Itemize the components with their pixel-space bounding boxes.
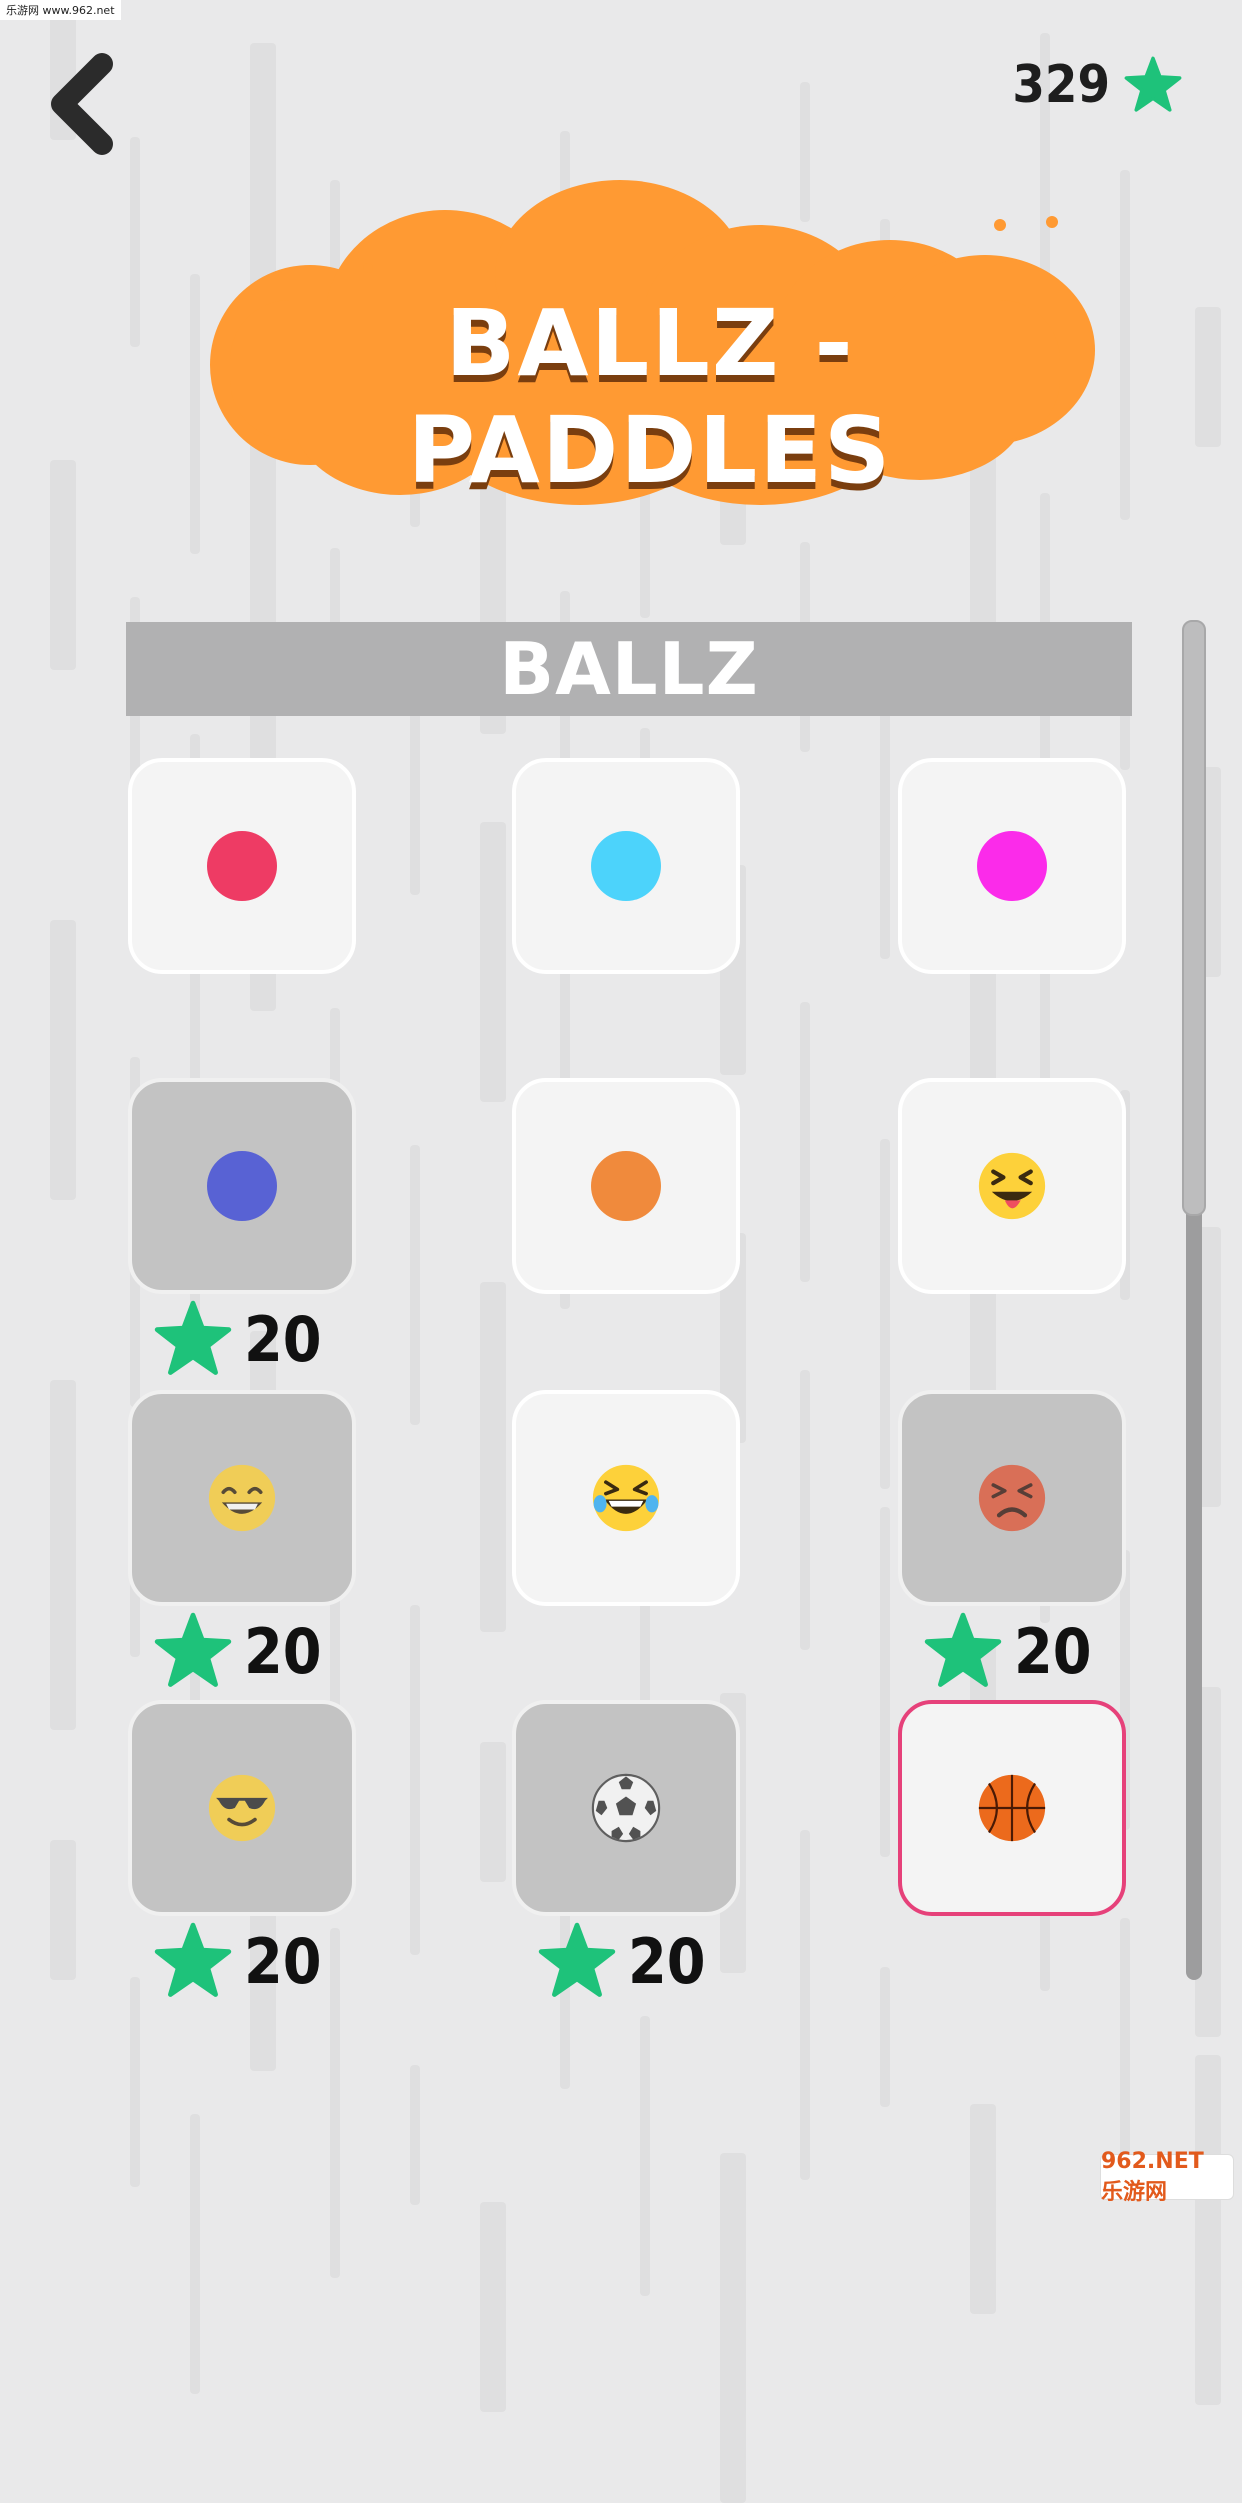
price-tag: 20 — [538, 1922, 706, 2000]
background-stripe — [1040, 953, 1050, 1093]
soccer-ball-icon — [591, 1773, 661, 1843]
background-stripe — [50, 920, 76, 1200]
price-value: 20 — [244, 1302, 322, 1376]
background-stripe — [880, 1967, 890, 2107]
background-stripe — [880, 1139, 890, 1489]
background-stripe — [410, 685, 420, 895]
ball-option-tile[interactable] — [128, 758, 356, 974]
star-icon — [1124, 56, 1182, 112]
price-value: 20 — [244, 1924, 322, 1998]
background-stripe — [130, 1977, 140, 2187]
price-tag: 20 — [154, 1922, 322, 2000]
price-value: 20 — [1014, 1614, 1092, 1688]
ball-option-tile[interactable] — [898, 758, 1126, 974]
background-stripe — [410, 2065, 420, 2205]
background-stripe — [970, 2104, 996, 2314]
site-badge: 962.NET 乐游网 — [1100, 2149, 1234, 2205]
section-header: BALLZ — [126, 622, 1132, 716]
section-title: BALLZ — [499, 627, 759, 711]
ball-color-swatch — [977, 831, 1047, 901]
ball-option-tile[interactable] — [898, 1700, 1126, 1916]
watermark: 乐游网 www.962.net — [0, 0, 121, 20]
background-stripe — [50, 1380, 76, 1730]
star-icon — [154, 1922, 232, 1997]
ball-option-tile[interactable] — [512, 1700, 740, 1916]
background-stripe — [800, 1830, 810, 2180]
ball-option-tile[interactable] — [512, 1078, 740, 1294]
star-icon — [154, 1612, 232, 1687]
background-stripe — [330, 1928, 340, 2278]
price-tag: 20 — [154, 1612, 322, 1690]
star-icon — [538, 1922, 616, 1997]
background-stripe — [130, 137, 140, 347]
angry-emoji-icon — [978, 1464, 1046, 1532]
background-stripe — [800, 1370, 810, 1650]
price-tag: 20 — [154, 1300, 322, 1378]
basketball-icon — [978, 1774, 1046, 1842]
background-stripe — [410, 1145, 420, 1425]
background-stripe — [1120, 170, 1130, 520]
background-stripe — [480, 1742, 506, 1882]
background-stripe — [190, 2114, 200, 2394]
ball-option-tile[interactable] — [898, 1390, 1126, 1606]
background-stripe — [640, 2016, 650, 2296]
ball-option-tile[interactable] — [128, 1390, 356, 1606]
ball-color-swatch — [591, 831, 661, 901]
chevron-left-icon — [51, 53, 113, 155]
background-stripe — [50, 1840, 76, 1980]
laughing-tears-emoji-icon — [592, 1464, 660, 1532]
price-tag: 20 — [924, 1612, 1092, 1690]
ball-color-swatch — [591, 1151, 661, 1221]
ball-option-tile[interactable] — [512, 1390, 740, 1606]
ball-color-swatch — [207, 1151, 277, 1221]
background-stripe — [50, 460, 76, 670]
ball-option-tile[interactable] — [128, 1078, 356, 1294]
scrollbar-thumb[interactable] — [1182, 620, 1206, 1216]
smile-emoji-icon — [208, 1464, 276, 1532]
background-stripe — [880, 679, 890, 959]
background-stripe — [480, 1282, 506, 1632]
background-stripe — [880, 1507, 890, 1857]
background-stripe — [1195, 307, 1221, 447]
price-value: 20 — [628, 1924, 706, 1998]
background-stripe — [1195, 2055, 1221, 2405]
background-stripe — [190, 274, 200, 554]
background-stripe — [800, 1002, 810, 1282]
star-counter: 329 — [1012, 50, 1182, 120]
background-stripe — [480, 2202, 506, 2412]
ball-color-swatch — [207, 831, 277, 901]
star-icon — [154, 1300, 232, 1375]
tongue-out-emoji-icon — [978, 1152, 1046, 1220]
star-total: 329 — [1012, 55, 1110, 115]
price-value: 20 — [244, 1614, 322, 1688]
ball-option-tile[interactable] — [512, 758, 740, 974]
back-button[interactable] — [44, 50, 134, 160]
ball-option-tile[interactable] — [128, 1700, 356, 1916]
star-icon — [924, 1612, 1002, 1687]
background-stripe — [720, 2153, 746, 2503]
ball-option-tile[interactable] — [898, 1078, 1126, 1294]
background-stripe — [480, 822, 506, 1102]
page-title: BALLZ - PADDLES — [407, 290, 893, 504]
background-stripe — [410, 1605, 420, 1955]
sunglasses-emoji-icon — [208, 1774, 276, 1842]
